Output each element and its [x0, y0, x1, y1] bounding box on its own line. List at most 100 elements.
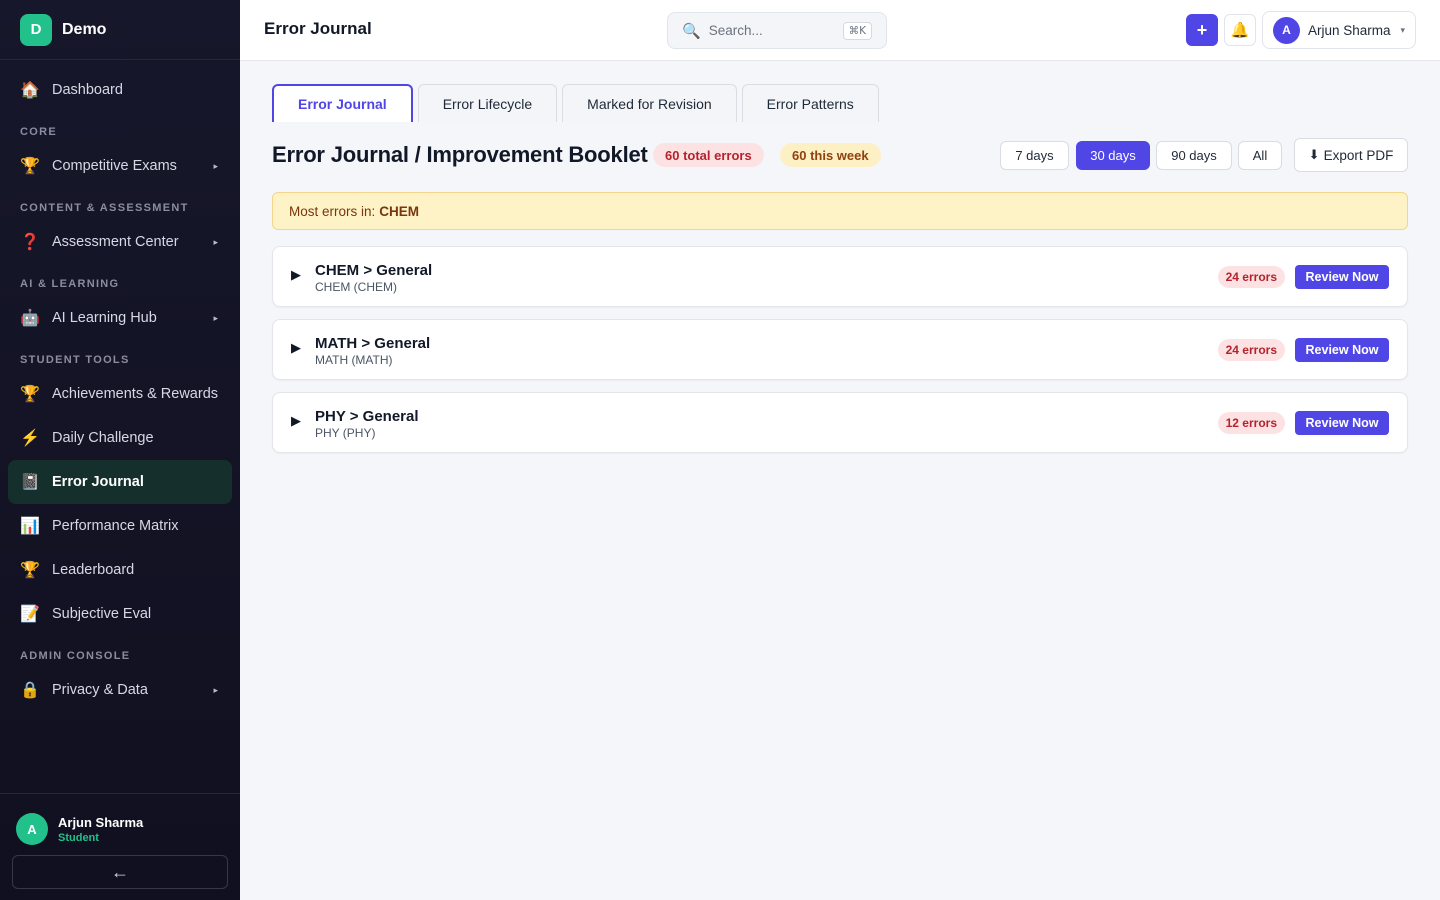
bar-chart-icon: 📊: [20, 518, 40, 535]
sidebar-item-subjective-eval[interactable]: 📝 Subjective Eval: [8, 592, 232, 636]
sidebar-item-label: Achievements & Rewards: [52, 386, 219, 402]
sidebar-item-label: Competitive Exams: [52, 158, 177, 174]
user-name: Arjun Sharma: [1308, 22, 1391, 38]
brand[interactable]: D Demo: [0, 0, 240, 60]
sidebar-user-panel: A Arjun Sharma Student ←: [0, 793, 240, 900]
trophy-icon: 🏆: [20, 386, 40, 403]
group-title: CHEM > General: [315, 262, 433, 279]
sidebar-item-dashboard[interactable]: 🏠 Dashboard: [8, 68, 232, 112]
sidebar-item-assessment-center[interactable]: ❓ Assessment Center ▸: [8, 220, 232, 264]
review-now-button[interactable]: Review Now: [1295, 265, 1389, 289]
trophy-icon: 🏆: [20, 562, 40, 579]
search-icon: 🔍: [682, 22, 701, 40]
tab-error-lifecycle[interactable]: Error Lifecycle: [417, 84, 558, 122]
section-label-core: CORE: [20, 126, 57, 138]
brand-name: Demo: [62, 20, 107, 38]
alert-prefix: Most errors in:: [289, 203, 376, 219]
sidebar-item-achievements[interactable]: 🏆 Achievements & Rewards: [8, 372, 232, 416]
sidebar-item-label: Privacy & Data: [52, 682, 148, 698]
group-subtitle: PHY (PHY): [315, 426, 376, 440]
tab-bar: Error Journal Error Lifecycle Marked for…: [272, 84, 884, 122]
group-error-count: 24 errors: [1217, 339, 1285, 361]
range-30-days-button[interactable]: 30 days: [1076, 141, 1150, 170]
trophy-icon: 🏆: [20, 158, 40, 175]
sidebar-item-label: Daily Challenge: [52, 430, 154, 446]
search-shortcut: ⌘K: [842, 22, 872, 40]
caret-right-icon: ▸: [213, 684, 218, 695]
sidebar-item-label: Dashboard: [52, 82, 123, 98]
section-label-admin-console: ADMIN CONSOLE: [20, 650, 131, 662]
export-pdf-label: Export PDF: [1323, 147, 1394, 163]
export-pdf-button[interactable]: ⬇ Export PDF: [1294, 138, 1408, 172]
arrow-left-icon: ←: [111, 861, 129, 882]
range-90-days-button[interactable]: 90 days: [1156, 141, 1232, 170]
sidebar-item-ai-learning-hub[interactable]: 🤖 AI Learning Hub ▸: [8, 296, 232, 340]
group-error-count: 24 errors: [1217, 266, 1285, 288]
section-label-ai-learning: AI & LEARNING: [20, 278, 120, 290]
notifications-button[interactable]: 🔔: [1224, 14, 1256, 46]
sidebar-nav: 🏠 Dashboard CORE 🏆 Competitive Exams ▸ C…: [0, 60, 240, 712]
brand-logo: D: [20, 13, 52, 46]
review-now-button[interactable]: Review Now: [1295, 411, 1389, 435]
bell-icon: 🔔: [1230, 22, 1250, 39]
sidebar-item-daily-challenge[interactable]: ⚡ Daily Challenge: [8, 416, 232, 460]
range-all-button[interactable]: All: [1238, 141, 1282, 170]
expand-triangle-icon[interactable]: ▶: [291, 340, 301, 356]
user-menu-button[interactable]: A Arjun Sharma ▾: [1262, 11, 1416, 49]
download-icon: ⬇: [1308, 147, 1320, 162]
sidebar-item-performance-matrix[interactable]: 📊 Performance Matrix: [8, 504, 232, 548]
week-errors-badge: 60 this week: [780, 143, 881, 167]
lightning-icon: ⚡: [20, 430, 40, 447]
tab-marked-for-revision[interactable]: Marked for Revision: [562, 84, 737, 122]
notebook-icon: 📓: [20, 474, 40, 491]
add-button[interactable]: +: [1186, 14, 1218, 46]
group-title: PHY > General: [315, 408, 419, 425]
tab-error-journal[interactable]: Error Journal: [272, 84, 413, 122]
expand-triangle-icon[interactable]: ▶: [291, 267, 301, 283]
section-label-content-assessment: CONTENT & ASSESSMENT: [20, 202, 189, 214]
range-7-days-button[interactable]: 7 days: [1000, 141, 1069, 170]
sidebar-item-leaderboard[interactable]: 🏆 Leaderboard: [8, 548, 232, 592]
avatar: A: [1273, 16, 1300, 44]
collapse-sidebar-button[interactable]: ←: [12, 855, 228, 889]
avatar: A: [16, 813, 48, 845]
section-label-student-tools: STUDENT TOOLS: [20, 354, 130, 366]
sidebar-item-label: AI Learning Hub: [52, 310, 157, 326]
error-group-row[interactable]: ▶ CHEM > General CHEM (CHEM) 24 errors R…: [272, 246, 1408, 307]
sidebar-item-label: Assessment Center: [52, 234, 179, 250]
sidebar-item-competitive-exams[interactable]: 🏆 Competitive Exams ▸: [8, 144, 232, 188]
most-errors-alert: Most errors in: CHEM: [272, 192, 1408, 230]
sidebar-item-label: Error Journal: [52, 474, 144, 490]
memo-icon: 📝: [20, 606, 40, 623]
search-input[interactable]: 🔍 Search... ⌘K: [667, 12, 887, 49]
tab-error-patterns[interactable]: Error Patterns: [741, 84, 879, 122]
expand-triangle-icon[interactable]: ▶: [291, 413, 301, 429]
heading-row: Error Journal / Improvement Booklet 60 t…: [272, 138, 1408, 172]
review-now-button[interactable]: Review Now: [1295, 338, 1389, 362]
house-icon: 🏠: [20, 82, 40, 99]
alert-subject: CHEM: [379, 203, 420, 219]
sidebar-user[interactable]: A Arjun Sharma Student: [0, 794, 240, 852]
page-title: Error Journal: [264, 19, 372, 38]
sidebar-item-privacy-data[interactable]: 🔒 Privacy & Data ▸: [8, 668, 232, 712]
error-group-row[interactable]: ▶ MATH > General MATH (MATH) 24 errors R…: [272, 319, 1408, 380]
group-title: MATH > General: [315, 335, 431, 352]
topbar: Error Journal 🔍 Search... ⌘K + 🔔 A Arjun…: [240, 0, 1440, 61]
error-group-row[interactable]: ▶ PHY > General PHY (PHY) 12 errors Revi…: [272, 392, 1408, 453]
sidebar-item-label: Leaderboard: [52, 562, 135, 578]
chevron-down-icon: ▾: [1400, 24, 1405, 35]
sidebar-user-role: Student: [58, 831, 99, 844]
sidebar: D Demo 🏠 Dashboard CORE 🏆 Competitive Ex…: [0, 0, 240, 900]
caret-right-icon: ▸: [213, 236, 218, 247]
robot-icon: 🤖: [20, 310, 40, 327]
question-icon: ❓: [20, 234, 40, 251]
caret-right-icon: ▸: [213, 160, 218, 171]
section-heading: Error Journal / Improvement Booklet: [272, 142, 648, 167]
sidebar-item-error-journal[interactable]: 📓 Error Journal: [8, 460, 232, 504]
group-subtitle: MATH (MATH): [315, 353, 393, 367]
caret-right-icon: ▸: [213, 312, 218, 323]
sidebar-user-name: Arjun Sharma: [58, 814, 144, 830]
sidebar-item-label: Subjective Eval: [52, 606, 152, 622]
sidebar-item-label: Performance Matrix: [52, 518, 179, 534]
total-errors-badge: 60 total errors: [653, 143, 764, 167]
